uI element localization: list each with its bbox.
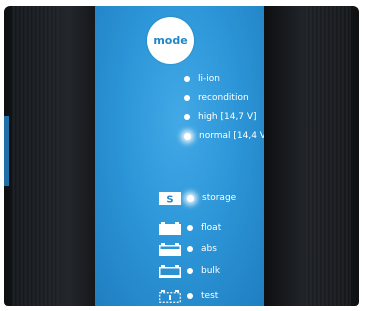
led-indicator [187, 293, 193, 299]
led-indicator [184, 95, 190, 101]
state-label: storage [202, 193, 237, 203]
led-indicator [187, 246, 193, 252]
state-label: test [201, 291, 219, 301]
mode-label: high [14,7 V] [198, 112, 257, 122]
led-indicator [184, 114, 190, 120]
state-label: float [201, 223, 222, 233]
led-indicator-lit [187, 194, 194, 202]
storage-icon: S [159, 191, 181, 205]
state-item-bulk: bulk [159, 264, 220, 278]
mode-item-high: high [14,7 V] [184, 110, 257, 124]
battery-test-icon [159, 289, 181, 303]
svg-text:S: S [166, 194, 173, 205]
state-label: bulk [201, 266, 221, 276]
battery-empty-icon [159, 264, 181, 278]
state-item-storage: S storage [159, 191, 236, 205]
mode-item-recondition: recondition [184, 91, 249, 105]
mode-item-li-ion: li-ion [184, 72, 220, 86]
battery-absorption-icon [159, 242, 181, 256]
led-indicator [187, 268, 193, 274]
battery-full-icon [159, 221, 181, 235]
mode-button-label: mode [153, 34, 188, 47]
led-indicator [184, 76, 190, 82]
led-indicator-lit [184, 132, 191, 140]
mode-button[interactable]: mode [147, 17, 194, 64]
mode-label: recondition [198, 93, 249, 103]
state-item-test: test [159, 289, 218, 303]
mode-label: normal [14,4 V] [199, 131, 264, 141]
left-grip [12, 6, 58, 306]
mode-label: li-ion [198, 74, 220, 84]
state-label: abs [201, 244, 217, 254]
state-item-float: float [159, 221, 221, 235]
right-grip [305, 6, 351, 306]
housing-side-accent [4, 116, 9, 186]
control-panel: mode li-ion recondition high [14,7 V] no… [95, 6, 264, 306]
mode-item-normal: normal [14,4 V] [184, 129, 264, 143]
led-indicator [187, 225, 193, 231]
state-item-abs: abs [159, 242, 217, 256]
